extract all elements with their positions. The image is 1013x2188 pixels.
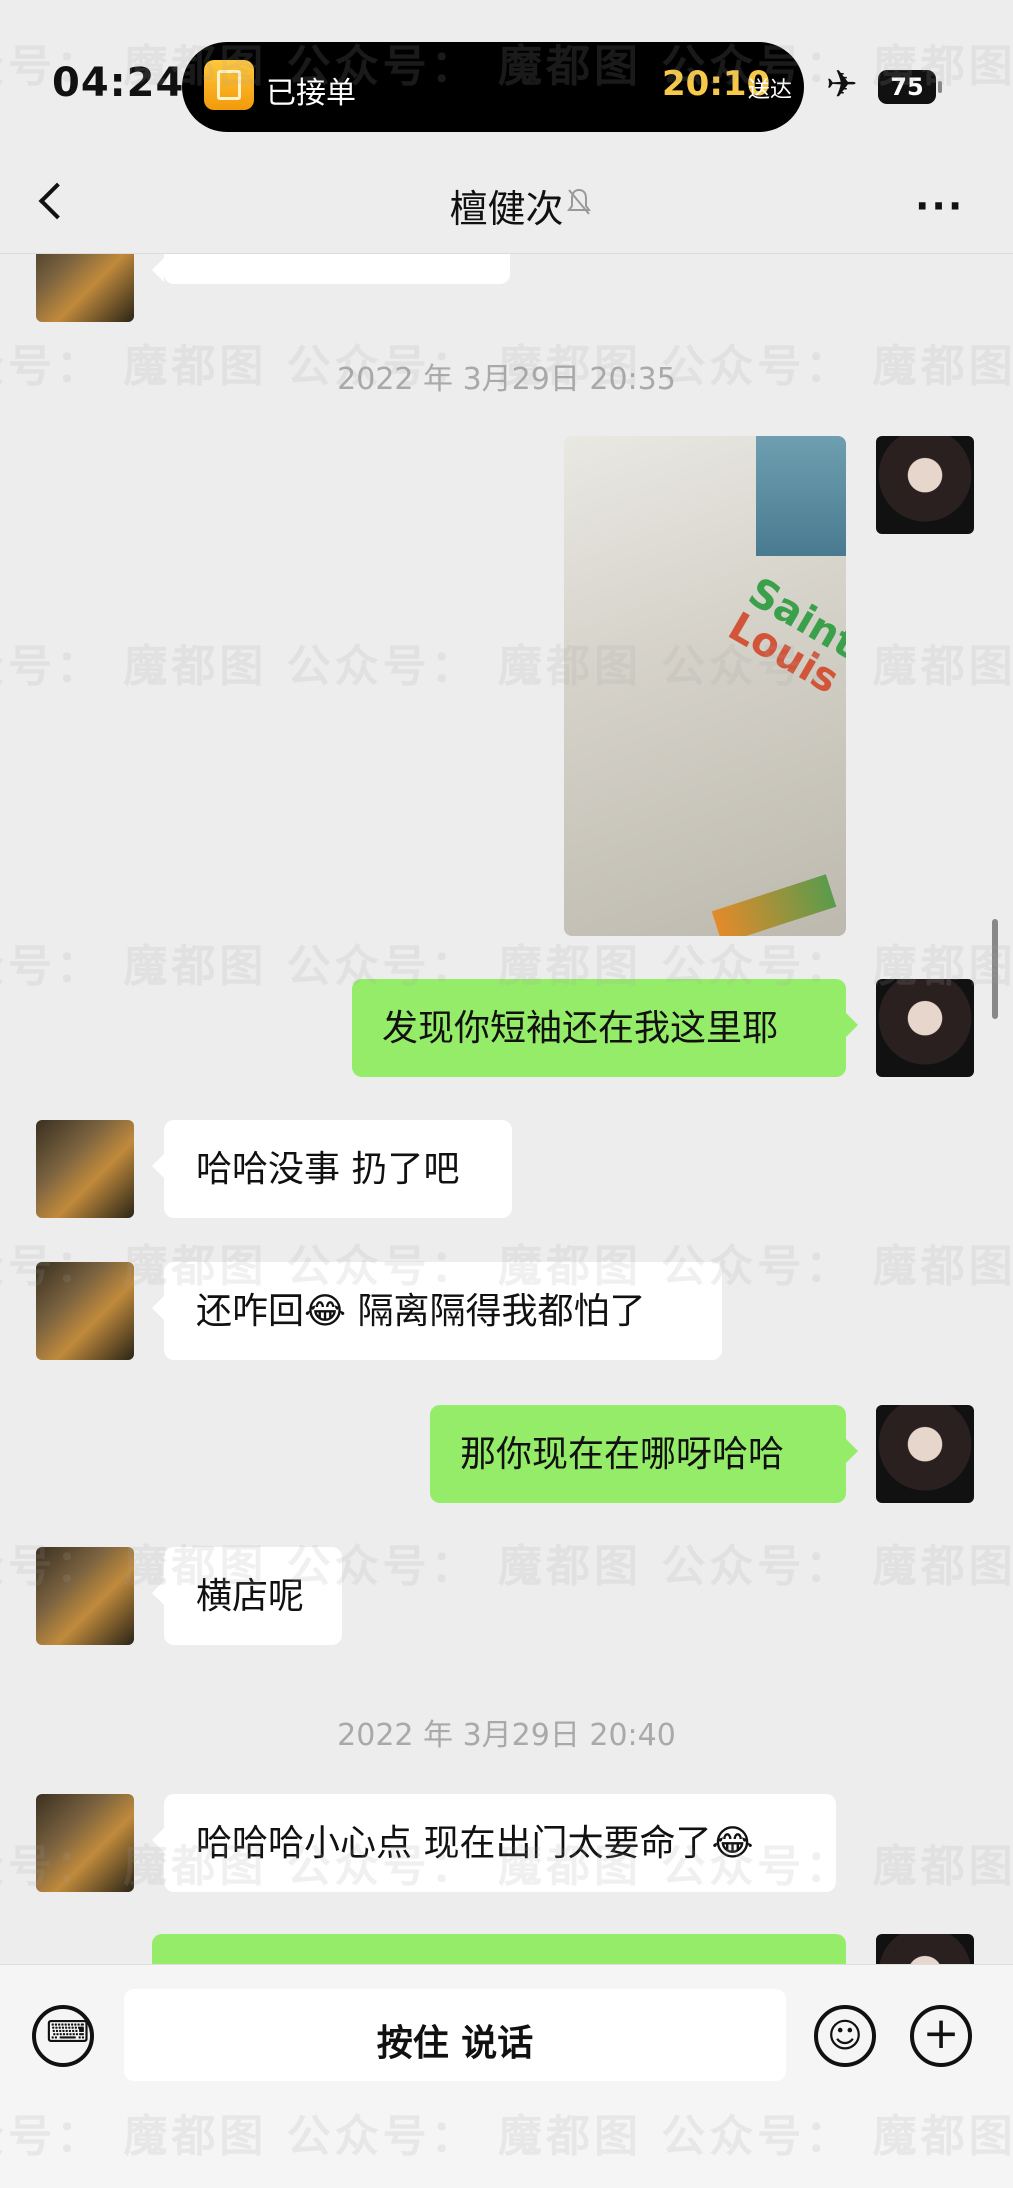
avatar[interactable] — [876, 979, 974, 1077]
avatar[interactable] — [876, 436, 974, 534]
scrollbar[interactable] — [992, 919, 998, 1019]
dynamic-island[interactable]: 已接单 20:10 送达 — [182, 42, 804, 132]
delivery-eta-suffix: 送达 — [748, 78, 793, 103]
avatar[interactable] — [36, 1794, 134, 1892]
order-status: 已接单 — [266, 76, 356, 111]
nav-bar: 檀健次 ··· — [0, 150, 1013, 254]
message-text: 哈哈哈小心点 现在出门太要命了😂 — [196, 1823, 754, 1864]
plus-icon[interactable]: + — [910, 2005, 972, 2067]
battery-indicator: 75 — [878, 70, 942, 104]
shirt-print: Saint Louis — [720, 569, 846, 703]
photo-background — [756, 436, 846, 556]
avatar[interactable] — [36, 254, 134, 322]
timestamp: 2022 年 3月29日 20:35 — [337, 362, 676, 397]
message-bubble[interactable]: 哈哈哈小心点 现在出门太要命了😂 — [152, 1794, 836, 1892]
chat-screen: 04:24 已接单 20:10 送达 ✈ 75 檀健次 ··· 2022 年 3… — [0, 0, 1013, 2188]
emoji-icon[interactable]: ☺ — [814, 2005, 876, 2067]
message-bubble[interactable] — [152, 254, 510, 284]
message-text: 哈哈没事 扔了吧 — [196, 1149, 460, 1190]
input-bar: 按住 说话 ☺ + — [0, 1964, 1013, 2188]
hold-to-talk-button[interactable]: 按住 说话 — [124, 1989, 786, 2081]
message-text: 发现你短袖还在我这里耶 — [382, 1008, 779, 1049]
message-bubble[interactable]: 还咋回😂 隔离隔得我都怕了 — [152, 1262, 722, 1360]
status-bar: 04:24 已接单 20:10 送达 ✈ 75 — [0, 0, 1013, 175]
avatar[interactable] — [36, 1120, 134, 1218]
avatar[interactable] — [36, 1262, 134, 1360]
message-bubble[interactable]: 哈哈没事 扔了吧 — [152, 1120, 512, 1218]
avatar[interactable] — [876, 1934, 974, 1964]
keyboard-icon[interactable] — [32, 2005, 94, 2067]
hold-to-talk-label: 按住 说话 — [376, 2023, 534, 2064]
more-icon[interactable]: ··· — [915, 184, 964, 228]
message-bubble[interactable]: 发现你短袖还在我这里耶 — [352, 979, 858, 1077]
avatar[interactable] — [876, 1405, 974, 1503]
timestamp: 2022 年 3月29日 20:40 — [337, 1718, 676, 1753]
message-bubble[interactable]: 横店呢 — [152, 1547, 342, 1645]
message-bubble[interactable] — [152, 1934, 846, 1964]
message-text: 还咋回😂 隔离隔得我都怕了 — [196, 1291, 646, 1332]
package-icon — [204, 60, 254, 110]
photo-stripe — [711, 874, 837, 936]
message-text: 那你现在在哪呀哈哈 — [460, 1434, 785, 1475]
image-message[interactable]: Saint Louis — [564, 436, 846, 936]
airplane-icon: ✈ — [826, 62, 858, 106]
message-bubble[interactable]: 那你现在在哪呀哈哈 — [430, 1405, 858, 1503]
message-text: 横店呢 — [196, 1576, 305, 1617]
mute-bell-icon — [567, 188, 591, 215]
avatar[interactable] — [36, 1547, 134, 1645]
contact-name: 檀健次 — [449, 187, 564, 231]
message-list[interactable]: 2022 年 3月29日 20:35 Saint Louis 发现你短袖还在我这… — [0, 254, 1013, 1964]
clock: 04:24 — [52, 60, 185, 106]
